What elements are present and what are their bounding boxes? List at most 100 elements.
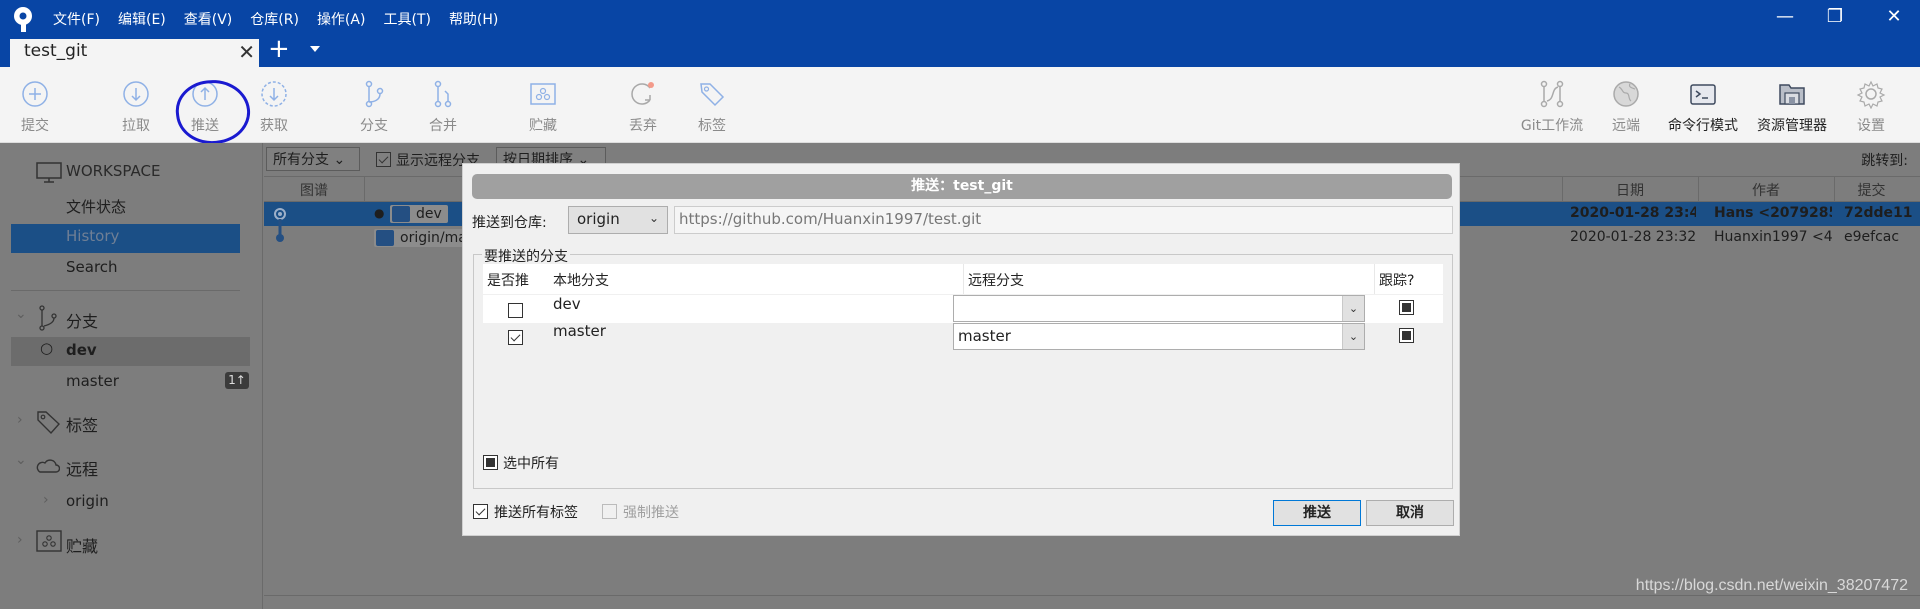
local-branch-name: master	[553, 322, 606, 340]
cancel-button[interactable]: 取消	[1366, 500, 1454, 526]
chevron-down-icon[interactable]: ⌄	[1342, 296, 1364, 321]
explorer-icon	[1779, 84, 1805, 105]
force-push-checkbox[interactable]	[602, 504, 617, 519]
branches-section-header[interactable]: 分支	[66, 308, 98, 332]
push-master-checkbox[interactable]	[508, 330, 523, 345]
chevron-right-icon[interactable]: ›	[17, 412, 23, 428]
column-header-local-branch: 本地分支	[553, 273, 609, 289]
terminal-icon	[1690, 84, 1716, 105]
menu-edit[interactable]: 编辑(E)	[118, 9, 166, 29]
commit-author: Huanxin1997 <42	[1714, 229, 1832, 245]
pull-icon	[123, 81, 149, 107]
chevron-right-icon[interactable]: ›	[17, 532, 23, 548]
commit-hash: 72dde11	[1844, 205, 1913, 221]
chevron-down-icon[interactable]: ⌄	[15, 452, 27, 468]
sidebar-branch-master[interactable]: master	[66, 372, 119, 390]
graph-node-icon	[276, 234, 284, 242]
column-header-graph[interactable]: 图谱	[264, 180, 364, 200]
chevron-down-icon: ⌄	[648, 211, 659, 225]
stashes-section-header[interactable]: 贮藏	[66, 533, 98, 557]
branch-icon	[39, 305, 57, 331]
discard-button[interactable]: 丢弃	[608, 79, 678, 135]
new-tab-button[interactable]: +	[268, 36, 290, 62]
remote-branch-select[interactable]: ⌄	[953, 295, 1365, 322]
tag-icon	[37, 411, 60, 435]
sidebar-branch-dev[interactable]: dev	[66, 341, 97, 359]
sidebar-item-history[interactable]: History	[66, 227, 119, 245]
commit-button[interactable]: 提交	[0, 79, 70, 135]
branch-label-dev[interactable]: dev	[390, 205, 448, 223]
commit-hash: e9efcac	[1844, 229, 1900, 245]
menu-view[interactable]: 查看(V)	[184, 9, 233, 29]
sidebar-remote-origin[interactable]: origin	[66, 492, 109, 510]
remote-select[interactable]: origin ⌄	[568, 206, 668, 234]
pull-button[interactable]: 拉取	[101, 79, 171, 135]
remote-button[interactable]: 远端	[1591, 79, 1661, 135]
column-header-author[interactable]: 作者	[1698, 180, 1834, 200]
menu-tools[interactable]: 工具(T)	[383, 9, 430, 29]
push-confirm-button[interactable]: 推送	[1273, 500, 1361, 526]
menu-help[interactable]: 帮助(H)	[449, 9, 498, 29]
branches-to-push-label: 要推送的分支	[482, 246, 570, 266]
repo-tab-label: test_git	[24, 41, 88, 61]
select-all-checkbox[interactable]	[483, 455, 498, 470]
sidebar-item-search[interactable]: Search	[66, 258, 118, 276]
menu-file[interactable]: 文件(F)	[53, 9, 100, 29]
discard-icon	[631, 82, 654, 105]
branch-icon	[365, 80, 384, 108]
branch-table-header: 是否推 本地分支 远程分支 跟踪?	[483, 264, 1443, 294]
sidebar-divider	[11, 290, 240, 291]
stash-icon	[36, 530, 62, 552]
watermark: https://blog.csdn.net/weixin_38207472	[1635, 577, 1908, 594]
menu-actions[interactable]: 操作(A)	[317, 9, 366, 29]
tab-dropdown-icon[interactable]	[310, 46, 320, 52]
branch-icon	[392, 206, 410, 222]
branch-button[interactable]: 分支	[339, 79, 409, 135]
branch-row-master: master master ⌄	[483, 322, 1443, 351]
maximize-button[interactable]: ❐	[1823, 6, 1847, 27]
monitor-icon	[36, 162, 62, 183]
close-window-button[interactable]: ✕	[1882, 6, 1906, 27]
remotes-section-header[interactable]: 远程	[66, 456, 98, 480]
track-master-checkbox[interactable]	[1399, 328, 1414, 343]
commit-date: 2020-01-28 23:49	[1570, 205, 1696, 221]
chevron-down-icon[interactable]: ⌄	[1342, 324, 1364, 349]
workspace-header: WORKSPACE	[66, 162, 161, 180]
sidebar-item-file-status[interactable]: 文件状态	[66, 196, 126, 217]
push-dev-checkbox[interactable]	[508, 303, 523, 318]
chevron-right-icon[interactable]: ›	[43, 492, 49, 508]
explorer-button[interactable]: 资源管理器	[1750, 79, 1834, 135]
cloud-icon	[36, 459, 60, 473]
git-flow-button[interactable]: Git工作流	[1516, 79, 1588, 135]
track-dev-checkbox[interactable]	[1399, 300, 1414, 315]
merge-button[interactable]: 合并	[408, 79, 478, 135]
column-header-commit[interactable]: 提交	[1834, 180, 1909, 200]
repo-tab[interactable]: test_git ✕	[10, 39, 259, 67]
title-bar: 文件(F) 编辑(E) 查看(V) 仓库(R) 操作(A) 工具(T) 帮助(H…	[0, 0, 1920, 67]
column-header-date[interactable]: 日期	[1562, 180, 1698, 200]
settings-button[interactable]: 设置	[1836, 79, 1906, 135]
push-all-tags-checkbox[interactable]	[473, 504, 488, 519]
gear-icon	[1856, 80, 1886, 109]
ahead-count-badge: 1↑	[225, 372, 249, 389]
select-all-label: 选中所有	[503, 456, 559, 472]
sourcetree-logo-icon	[14, 7, 32, 32]
dialog-title: 推送：test_git	[472, 174, 1452, 199]
branches-to-push-group: 要推送的分支 是否推 本地分支 远程分支 跟踪? dev ⌄ master ma…	[473, 246, 1453, 489]
menu-bar: 文件(F) 编辑(E) 查看(V) 仓库(R) 操作(A) 工具(T) 帮助(H…	[53, 9, 516, 29]
minimize-button[interactable]: —	[1773, 6, 1797, 27]
chevron-down-icon[interactable]: ⌄	[15, 306, 27, 322]
menu-repository[interactable]: 仓库(R)	[250, 9, 299, 29]
commit-author: Hans <20792858	[1714, 205, 1832, 221]
close-tab-icon[interactable]: ✕	[238, 40, 255, 64]
remote-branch-select[interactable]: master ⌄	[953, 323, 1365, 350]
tags-section-header[interactable]: 标签	[66, 412, 98, 436]
head-indicator-icon: ●	[374, 206, 385, 220]
stash-button[interactable]: 贮藏	[508, 79, 578, 135]
force-push-label: 强制推送	[623, 505, 679, 521]
show-remote-branches-checkbox[interactable]	[376, 152, 391, 167]
tag-button[interactable]: 标签	[677, 79, 747, 135]
push-dialog: 推送：test_git 推送到仓库: origin ⌄ https://gith…	[462, 163, 1460, 536]
terminal-button[interactable]: 命令行模式	[1663, 79, 1743, 135]
branch-filter-select[interactable]: 所有分支 ⌄	[266, 147, 360, 171]
